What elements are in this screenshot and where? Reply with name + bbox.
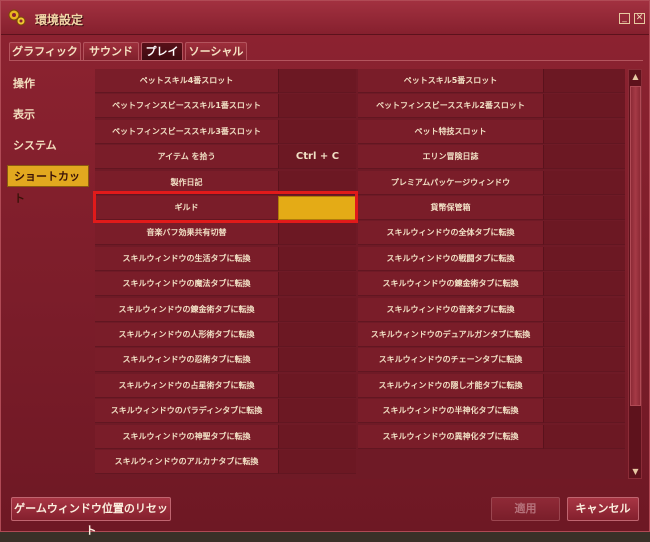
shortcut-key-slot[interactable] bbox=[543, 374, 625, 398]
shortcut-key-slot[interactable] bbox=[278, 69, 356, 93]
settings-window: 環境設定 _ ✕ グラフィック サウンド プレイ ソーシャル 操作 表示 システ… bbox=[0, 0, 650, 537]
shortcut-key-slot[interactable] bbox=[543, 196, 625, 220]
shortcut-key-slot[interactable] bbox=[543, 94, 625, 118]
minimize-icon: _ bbox=[622, 13, 627, 23]
shortcut-action-label: スキルウィンドウの異神化タブに転換 bbox=[358, 425, 543, 449]
scrollbar[interactable]: ▲ ▼ bbox=[628, 69, 642, 479]
gear-icon bbox=[8, 9, 26, 26]
sidebar-item-controls[interactable]: 操作 bbox=[7, 73, 89, 95]
shortcut-key-slot[interactable] bbox=[278, 94, 356, 118]
shortcut-action-label: アイテム を拾う bbox=[95, 145, 278, 169]
shortcut-key-slot[interactable]: Ctrl + C bbox=[278, 145, 356, 169]
sidebar-item-shortcut[interactable]: ショートカット bbox=[7, 165, 89, 205]
shortcut-action-label: スキルウィンドウの神聖タブに転換 bbox=[95, 425, 278, 449]
cancel-button[interactable]: キャンセル bbox=[567, 497, 639, 521]
shortcut-key-slot[interactable] bbox=[543, 69, 625, 93]
shortcut-key-slot[interactable] bbox=[543, 171, 625, 195]
shortcut-action-label: スキルウィンドウの生活タブに転換 bbox=[95, 247, 278, 271]
scroll-thumb[interactable] bbox=[630, 86, 641, 406]
shortcut-table: ペットスキル4番スロット ペットフィンスビーススキル1番スロット ペットフィンスビー… bbox=[95, 69, 625, 479]
shortcut-action-label: ペットフィンスビーススキル2番スロット bbox=[358, 94, 543, 118]
shortcut-action-label: エリン冒険日誌 bbox=[358, 145, 543, 169]
apply-button[interactable]: 適用 bbox=[491, 497, 560, 521]
shortcut-key-slot[interactable] bbox=[543, 425, 625, 449]
shortcut-key-slot[interactable] bbox=[278, 221, 356, 245]
shortcut-action-label: スキルウィンドウの忍術タブに転換 bbox=[95, 348, 278, 372]
shortcut-action-label: スキルウィンドウのアルカナタブに転換 bbox=[95, 450, 278, 474]
shortcut-action-label: スキルウィンドウのチェーンタブに転換 bbox=[358, 348, 543, 372]
close-button[interactable]: ✕ bbox=[634, 13, 645, 24]
shortcut-action-label: スキルウィンドウの人形術タブに転換 bbox=[95, 323, 278, 347]
reset-window-position-button[interactable]: ゲームウィンドウ位置のリセット bbox=[11, 497, 171, 537]
shortcut-action-label: 貨幣保管箱 bbox=[358, 196, 543, 220]
shortcut-action-label: スキルウィンドウの占星術タブに転換 bbox=[95, 374, 278, 398]
shortcut-key-slot[interactable] bbox=[278, 450, 356, 474]
window-title: 環境設定 bbox=[35, 13, 84, 27]
shortcut-key-slot[interactable] bbox=[278, 425, 356, 449]
shortcut-key-slot[interactable] bbox=[278, 120, 356, 144]
scroll-up-arrow-icon[interactable]: ▲ bbox=[630, 71, 641, 82]
shortcut-key-slot[interactable] bbox=[278, 247, 356, 271]
shortcut-action-label: ペットスキル5番スロット bbox=[358, 69, 543, 93]
tab-graphics[interactable]: グラフィック bbox=[9, 42, 81, 61]
shortcut-action-label: スキルウィンドウの音楽タブに転換 bbox=[358, 298, 543, 322]
shortcut-key-slot[interactable] bbox=[278, 348, 356, 372]
minimize-button[interactable]: _ bbox=[619, 13, 630, 24]
shortcut-action-label: スキルウィンドウの錬金術タブに転換 bbox=[358, 272, 543, 296]
sidebar-item-display[interactable]: 表示 bbox=[7, 104, 89, 126]
title-bar[interactable]: 環境設定 _ ✕ bbox=[1, 1, 649, 35]
shortcut-key-slot[interactable] bbox=[278, 374, 356, 398]
shortcut-key-slot[interactable] bbox=[543, 323, 625, 347]
shortcut-action-label: スキルウィンドウの全体タブに転換 bbox=[358, 221, 543, 245]
shortcut-action-label: ペットフィンスビーススキル1番スロット bbox=[95, 94, 278, 118]
shortcut-key-slot[interactable] bbox=[543, 399, 625, 423]
shortcut-action-label: スキルウィンドウの戦闘タブに転換 bbox=[358, 247, 543, 271]
tab-sound[interactable]: サウンド bbox=[83, 42, 139, 61]
sidebar-item-system[interactable]: システム bbox=[7, 135, 89, 157]
shortcut-action-label: スキルウィンドウのデュアルガンタブに転換 bbox=[358, 323, 543, 347]
tab-social[interactable]: ソーシャル bbox=[185, 42, 247, 61]
shortcut-key-slot[interactable] bbox=[278, 298, 356, 322]
tab-divider bbox=[9, 60, 643, 61]
shortcut-action-label: 音楽バフ効果共有切替 bbox=[95, 221, 278, 245]
shortcut-key-slot[interactable] bbox=[543, 272, 625, 296]
shortcut-action-label: ペット特技スロット bbox=[358, 120, 543, 144]
tab-play[interactable]: プレイ bbox=[141, 42, 183, 61]
shortcut-action-label: スキルウィンドウのパラディンタブに転換 bbox=[95, 399, 278, 423]
shortcut-key-slot[interactable] bbox=[278, 399, 356, 423]
shortcut-action-label: ペットスキル4番スロット bbox=[95, 69, 278, 93]
shortcut-key-slot[interactable] bbox=[543, 145, 625, 169]
shortcut-action-label: スキルウィンドウの魔法タブに転換 bbox=[95, 272, 278, 296]
shortcut-key-slot[interactable] bbox=[543, 348, 625, 372]
shortcut-action-label: スキルウィンドウの錬金術タブに転換 bbox=[95, 298, 278, 322]
shortcut-key-slot[interactable] bbox=[543, 120, 625, 144]
shortcut-key-slot[interactable] bbox=[278, 323, 356, 347]
scroll-down-arrow-icon[interactable]: ▼ bbox=[630, 466, 641, 477]
shortcut-key-slot[interactable] bbox=[543, 298, 625, 322]
shortcut-action-label: スキルウィンドウの隠し才能タブに転換 bbox=[358, 374, 543, 398]
shortcut-action-label: プレミアムパッケージウィンドウ bbox=[358, 171, 543, 195]
shortcut-key-slot[interactable] bbox=[278, 272, 356, 296]
selected-row-highlight bbox=[93, 191, 358, 223]
shortcut-action-label: スキルウィンドウの半神化タブに転換 bbox=[358, 399, 543, 423]
close-icon: ✕ bbox=[635, 13, 644, 23]
shortcut-key-slot[interactable] bbox=[543, 221, 625, 245]
shortcut-action-label: ペットフィンスビーススキル3番スロット bbox=[95, 120, 278, 144]
shortcut-key-slot[interactable] bbox=[543, 247, 625, 271]
